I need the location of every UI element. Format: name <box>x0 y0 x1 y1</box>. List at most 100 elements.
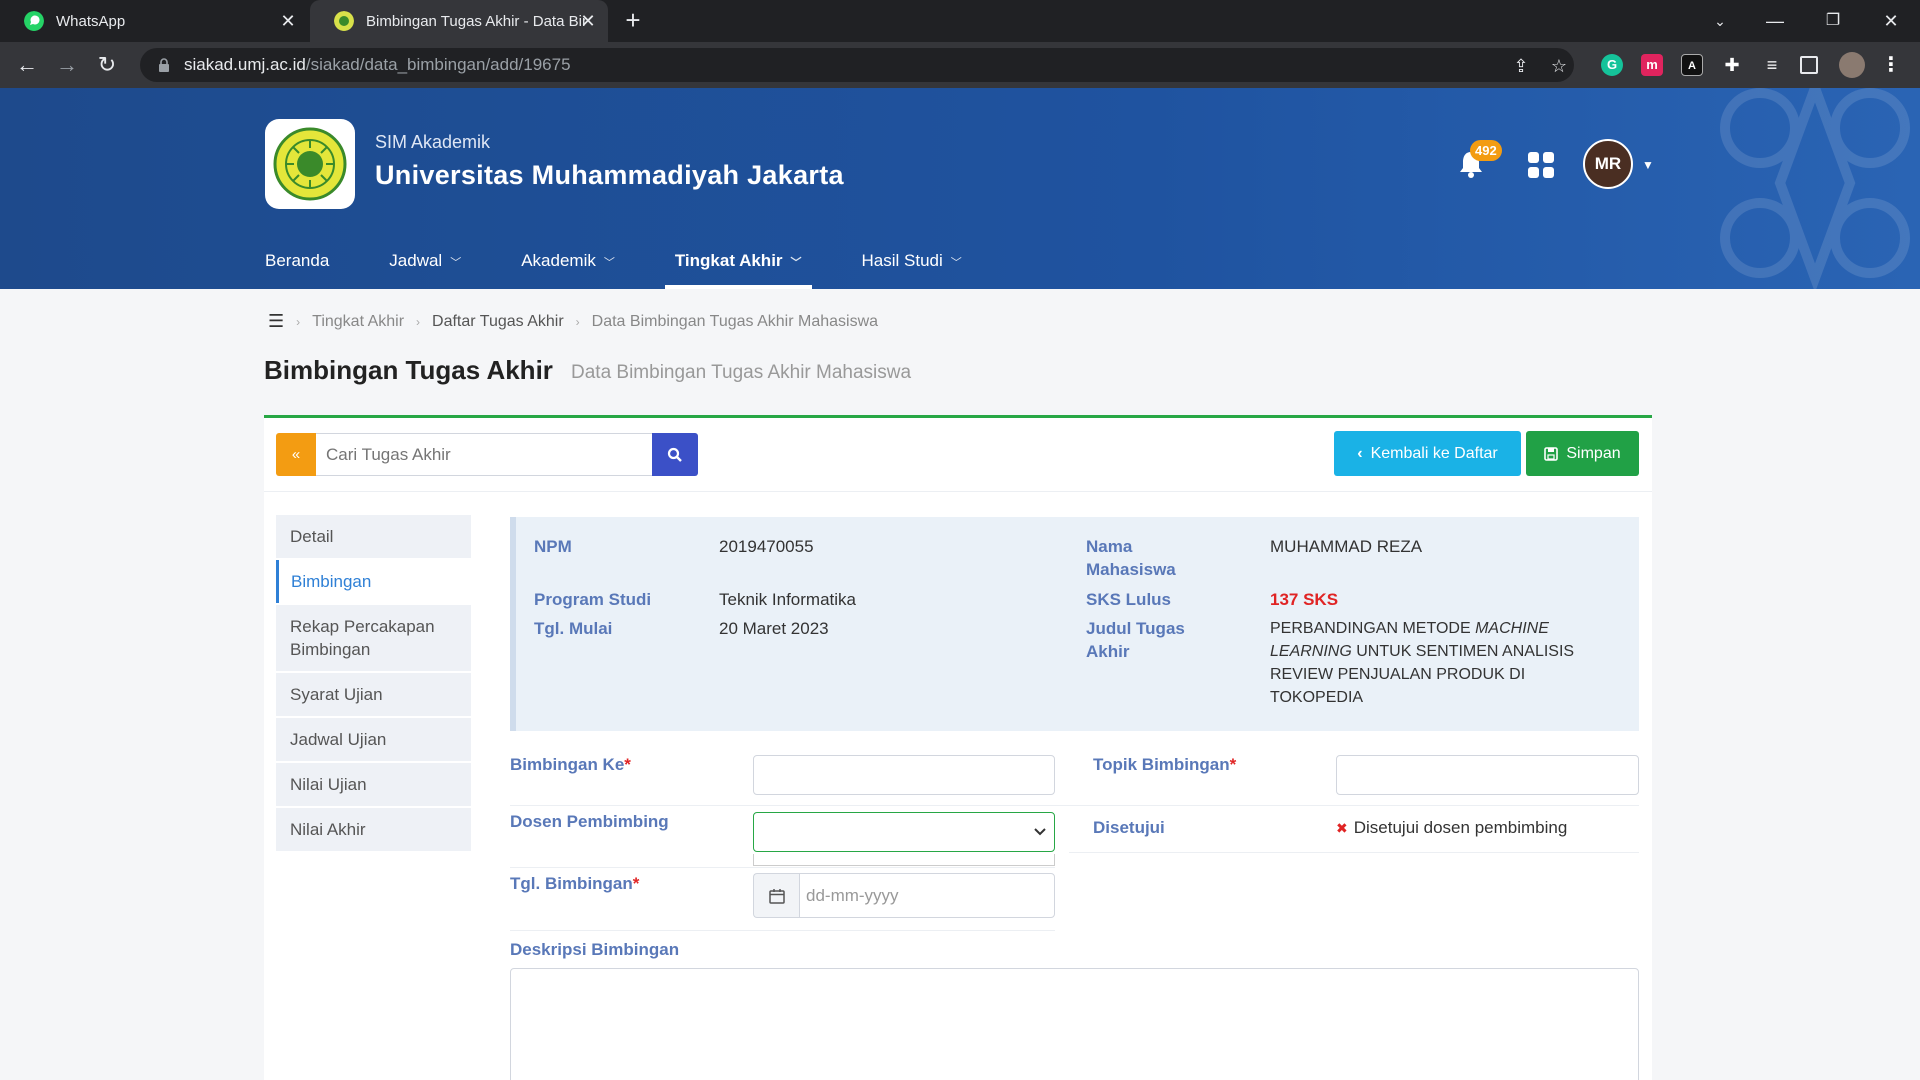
menu-item-hasil-studi[interactable]: Hasil Studi ﹀ <box>852 243 972 289</box>
tgl-bimbingan-field[interactable]: dd-mm-yyyy <box>753 873 1055 918</box>
tab-search-icon[interactable]: ⌄ <box>1705 8 1735 34</box>
calendar-icon[interactable] <box>753 873 799 918</box>
label-text: Topik Bimbingan <box>1093 755 1230 774</box>
menu-item-tingkat-akhir[interactable]: Tingkat Akhir ﹀ <box>664 243 812 289</box>
dosen-dropdown-list[interactable] <box>753 854 1055 866</box>
disetujui-text: Disetujui dosen pembimbing <box>1353 818 1568 837</box>
topik-input[interactable] <box>1336 755 1639 795</box>
tab-syarat-ujian[interactable]: Syarat Ujian <box>276 673 471 716</box>
breadcrumb-item[interactable]: Daftar Tugas Akhir <box>432 313 564 331</box>
judul-label-line: Akhir <box>1086 642 1130 661</box>
media-queue-icon[interactable]: ≡ <box>1761 54 1783 76</box>
label-text: Bimbingan Ke <box>510 755 625 774</box>
chevron-right-icon: › <box>575 314 580 329</box>
umj-favicon-icon <box>334 11 354 31</box>
chevron-down-icon: ﹀ <box>450 257 462 269</box>
minimize-icon[interactable]: — <box>1760 8 1790 34</box>
chevron-down-icon: ﹀ <box>950 257 962 269</box>
required-mark: * <box>632 874 640 893</box>
tab-title: WhatsApp <box>56 12 126 30</box>
save-button[interactable]: Simpan <box>1526 431 1639 476</box>
reload-icon[interactable]: ↻ <box>94 52 120 78</box>
restore-icon[interactable]: ❐ <box>1818 8 1848 34</box>
date-input[interactable]: dd-mm-yyyy <box>799 873 1055 918</box>
apps-grid-icon[interactable] <box>1528 152 1554 178</box>
caret-down-icon[interactable]: ▼ <box>1642 158 1654 172</box>
search-button[interactable] <box>652 433 698 476</box>
tgl-bimbingan-label: Tgl. Bimbingan* <box>510 874 639 894</box>
extensions-puzzle-icon[interactable]: ✚ <box>1721 54 1743 76</box>
breadcrumb: ☰ › Tingkat Akhir › Daftar Tugas Akhir ›… <box>268 311 878 332</box>
site-header: SIM Akademik Universitas Muhammadiyah Ja… <box>0 88 1920 289</box>
chevron-down-icon <box>1034 828 1046 836</box>
back-arrow-icon[interactable]: ← <box>14 52 40 78</box>
card-toolbar: « ‹ Kembali ke Daftar Simpan <box>264 418 1652 492</box>
nama-label-line: Nama <box>1086 537 1133 556</box>
tab-close-icon[interactable]: ✕ <box>578 11 598 31</box>
prodi-value: Teknik Informatika <box>719 590 856 609</box>
collapse-button[interactable]: « <box>276 433 316 476</box>
npm-value: 2019470055 <box>719 537 814 556</box>
breadcrumb-current: Data Bimbingan Tugas Akhir Mahasiswa <box>591 312 879 330</box>
menu-item-beranda[interactable]: Beranda <box>255 243 339 289</box>
lock-icon <box>159 58 169 72</box>
share-icon[interactable]: ⇪ <box>1510 56 1532 77</box>
npm-label: NPM <box>534 537 572 556</box>
tab-bimbingan[interactable]: Bimbingan Tugas Akhir - Data Bimbingan T… <box>310 0 608 42</box>
whatsapp-icon <box>24 11 44 31</box>
save-label: Simpan <box>1566 444 1621 462</box>
extension-a-icon[interactable]: A <box>1681 54 1703 76</box>
judul-label: Judul Tugas Akhir <box>1086 617 1185 663</box>
close-window-icon[interactable]: ✕ <box>1876 8 1906 34</box>
back-to-list-button[interactable]: ‹ Kembali ke Daftar <box>1334 431 1521 476</box>
chrome-menu-icon[interactable]: ⋮ <box>1880 54 1902 76</box>
menu-label: Akademik <box>521 251 596 270</box>
side-tabs: Detail Bimbingan Rekap Percakapan Bimbin… <box>276 515 471 853</box>
disetujui-value: ✖ Disetujui dosen pembimbing <box>1336 818 1567 838</box>
university-logo[interactable] <box>265 119 355 209</box>
tab-bimbingan[interactable]: Bimbingan <box>276 560 471 603</box>
bimbingan-ke-input[interactable] <box>753 755 1055 795</box>
deskripsi-textarea[interactable] <box>510 968 1639 1080</box>
avatar[interactable]: MR <box>1583 139 1633 189</box>
search-input[interactable] <box>316 433 652 476</box>
divider <box>510 805 1639 806</box>
judul-text-italic: LEARNING <box>1270 643 1352 660</box>
hamburger-icon[interactable]: ☰ <box>268 311 284 332</box>
tgl-mulai-value: 20 Maret 2023 <box>719 619 829 638</box>
topik-label: Topik Bimbingan* <box>1093 755 1236 775</box>
dosen-select[interactable] <box>753 812 1055 852</box>
url-path: /siakad/data_bimbingan/add/19675 <box>305 55 571 74</box>
grammarly-icon[interactable]: G <box>1601 54 1623 76</box>
menu-label: Jadwal <box>389 251 443 270</box>
extension-red-icon[interactable]: m <box>1641 54 1663 76</box>
decorative-pattern <box>1720 88 1910 289</box>
tab-whatsapp[interactable]: WhatsApp ✕ <box>0 0 308 42</box>
tab-rekap-percakapan[interactable]: Rekap Percakapan Bimbingan <box>276 605 471 671</box>
tab-close-icon[interactable]: ✕ <box>278 11 298 31</box>
tab-detail[interactable]: Detail <box>276 515 471 558</box>
profile-avatar-icon[interactable] <box>1839 52 1865 78</box>
tab-nilai-ujian[interactable]: Nilai Ujian <box>276 763 471 806</box>
floppy-disk-icon <box>1544 446 1559 461</box>
judul-value: PERBANDINGAN METODE MACHINE LEARNING UNT… <box>1270 617 1590 709</box>
url-host: siakad.umj.ac.id <box>184 55 306 74</box>
main-card: « ‹ Kembali ke Daftar Simpan Detail Bimb… <box>264 415 1652 1080</box>
menu-label: Hasil Studi <box>861 251 943 270</box>
new-tab-button[interactable]: + <box>620 7 646 34</box>
divider <box>510 867 1055 868</box>
chevron-right-icon: › <box>416 314 421 329</box>
tab-nilai-akhir[interactable]: Nilai Akhir <box>276 808 471 851</box>
menu-item-akademik[interactable]: Akademik ﹀ <box>511 243 625 289</box>
bookmark-star-icon[interactable]: ☆ <box>1548 56 1570 77</box>
judul-text: UNTUK SENTIMEN ANALISIS <box>1356 643 1575 660</box>
tab-jadwal-ujian[interactable]: Jadwal Ujian <box>276 718 471 761</box>
forward-arrow-icon[interactable]: → <box>54 52 80 78</box>
breadcrumb-item[interactable]: Tingkat Akhir <box>312 313 404 331</box>
menu-label: Beranda <box>265 251 330 270</box>
sks-label: SKS Lulus <box>1086 590 1172 609</box>
url-field[interactable]: siakad.umj.ac.id/siakad/data_bimbingan/a… <box>140 48 1574 82</box>
page-subtitle: Data Bimbingan Tugas Akhir Mahasiswa <box>571 362 912 383</box>
menu-item-jadwal[interactable]: Jadwal ﹀ <box>379 243 471 289</box>
side-panel-icon[interactable] <box>1800 56 1818 74</box>
